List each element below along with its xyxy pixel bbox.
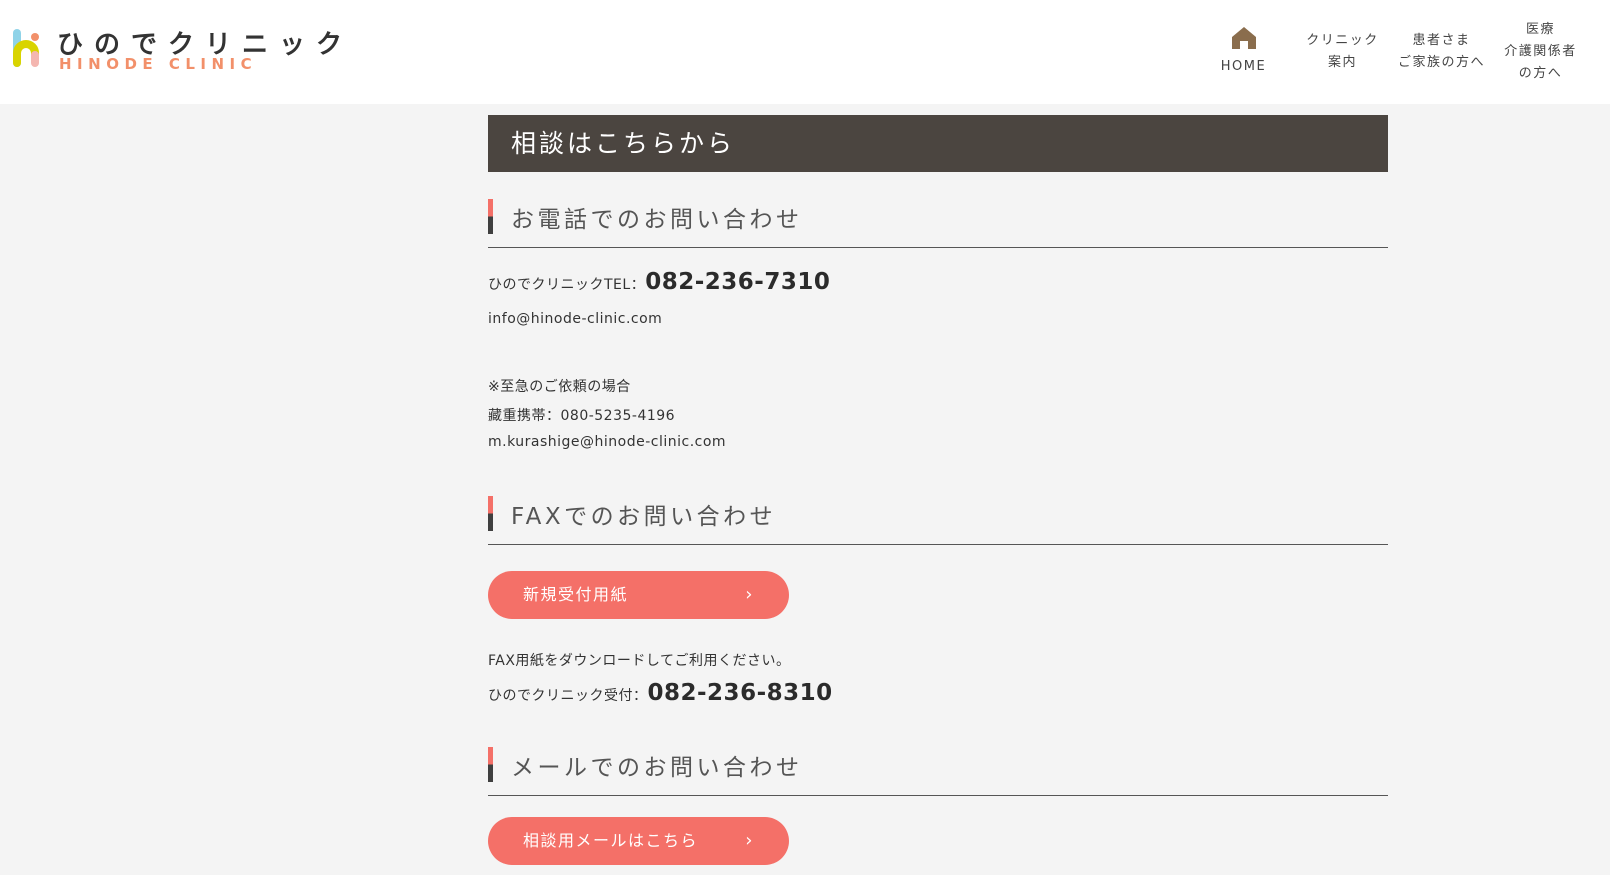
- site-header: ひのでクリニック HINODE CLINIC HOME クリニック 案内 患者さ…: [0, 0, 1610, 104]
- home-icon: [1231, 27, 1256, 49]
- consultation-mail-button[interactable]: 相談用メールはこちら ›: [488, 817, 789, 865]
- urgent-note: ※至急のご依頼の場合: [488, 379, 631, 395]
- main-nav: HOME クリニック 案内 患者さま ご家族の方へ 医療 介護関係者 の方へ: [1194, 0, 1590, 104]
- clinic-tel-line: ひのでクリニックTEL：082-236-7310: [488, 269, 830, 295]
- heading-accent-bar: [488, 496, 493, 531]
- nav-medical-professionals-label-2: 介護関係者: [1504, 44, 1577, 59]
- fax-reception-line: ひのでクリニック受付：082-236-8310: [488, 680, 833, 706]
- clinic-logo-mark-icon: [13, 29, 39, 67]
- nav-medical-professionals-label-1: 医療: [1525, 22, 1555, 37]
- mobile-phone[interactable]: 藏重携帯：080-5235-4196: [488, 405, 675, 425]
- mobile-email[interactable]: m.kurashige@hinode-clinic.com: [488, 434, 726, 450]
- mail-inquiry-heading: メールでのお問い合わせ: [488, 747, 1388, 796]
- fax-inquiry-heading: FAXでのお問い合わせ: [488, 496, 1388, 545]
- consultation-mail-label: 相談用メールはこちら: [523, 831, 699, 850]
- chevron-right-icon: ›: [745, 584, 754, 605]
- clinic-email[interactable]: info@hinode-clinic.com: [488, 311, 662, 327]
- phone-inquiry-heading: お電話でのお問い合わせ: [488, 199, 1388, 248]
- nav-medical-professionals[interactable]: 医療 介護関係者 の方へ: [1491, 0, 1590, 104]
- new-reception-form-label: 新規受付用紙: [523, 585, 629, 604]
- nav-clinic-info[interactable]: クリニック 案内: [1293, 0, 1392, 104]
- nav-home[interactable]: HOME: [1194, 0, 1293, 104]
- page-title: 相談はこちらから: [488, 115, 1388, 172]
- phone-inquiry-heading-text: お電話でのお問い合わせ: [511, 207, 803, 233]
- clinic-logo[interactable]: ひのでクリニック HINODE CLINIC: [12, 24, 342, 74]
- nav-patients-family-label-1: 患者さま: [1412, 33, 1471, 48]
- new-reception-form-button[interactable]: 新規受付用紙 ›: [488, 571, 789, 619]
- clinic-tel-number[interactable]: 082-236-7310: [645, 269, 830, 295]
- nav-medical-professionals-label-3: の方へ: [1518, 66, 1563, 81]
- heading-accent-bar: [488, 199, 493, 234]
- nav-home-label: HOME: [1220, 59, 1267, 74]
- chevron-right-icon: ›: [745, 830, 754, 851]
- consultation-content: 相談はこちらから お電話でのお問い合わせ ひのでクリニックTEL：082-236…: [488, 115, 1388, 865]
- fax-reception-number[interactable]: 082-236-8310: [648, 680, 833, 706]
- mail-inquiry-heading-text: メールでのお問い合わせ: [511, 755, 803, 781]
- fax-download-note: FAX用紙をダウンロードしてご利用ください。: [488, 653, 791, 669]
- nav-clinic-info-label-1: クリニック: [1306, 33, 1379, 48]
- nav-patients-family-label-2: ご家族の方へ: [1397, 55, 1485, 70]
- nav-patients-family[interactable]: 患者さま ご家族の方へ: [1392, 0, 1491, 104]
- clinic-tel-label: ひのでクリニックTEL：: [488, 277, 646, 293]
- heading-accent-bar: [488, 747, 493, 782]
- logo-subtitle: HINODE CLINIC: [59, 55, 258, 73]
- fax-inquiry-heading-text: FAXでのお問い合わせ: [511, 504, 777, 530]
- nav-clinic-info-label-2: 案内: [1327, 55, 1357, 70]
- fax-reception-label: ひのでクリニック受付：: [488, 688, 648, 704]
